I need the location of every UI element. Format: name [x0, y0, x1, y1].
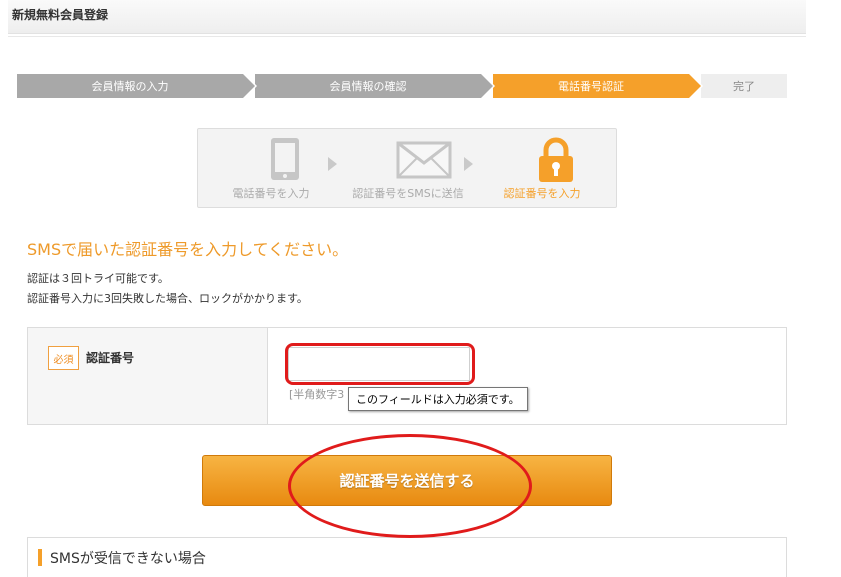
flow-step-sms: 認証番号をSMSに送信 — [348, 137, 468, 200]
flow-label: 認証番号を入力 — [503, 187, 581, 200]
verification-flow: 電話番号を入力 認証番号をSMSに送信 認証番号を入力 — [197, 128, 617, 208]
flow-label: 電話番号を入力 — [232, 187, 310, 200]
step-phone-verification: 電話番号認証 — [493, 74, 703, 98]
step-progress: 会員情報の入力 会員情報の確認 電話番号認証 完了 — [17, 74, 787, 98]
lock-icon — [539, 137, 573, 182]
flow-label: 認証番号をSMSに送信 — [352, 187, 464, 200]
phone-icon — [271, 138, 299, 180]
step-label: 完了 — [733, 80, 755, 93]
send-code-button[interactable]: 認証番号を送信する — [202, 455, 612, 506]
section-title: SMSが受信できない場合 — [50, 551, 206, 567]
flow-step-phone: 電話番号を入力 — [226, 137, 316, 200]
lock-note: 認証番号入力に3回失敗した場合、ロックがかかります。 — [27, 292, 308, 305]
sms-help-section: SMSが受信できない場合 — [27, 537, 787, 577]
flow-arrow-icon — [328, 157, 337, 171]
step-label: 会員情報の入力 — [91, 80, 169, 93]
section-accent-bar — [38, 549, 42, 566]
attempt-note: 認証は３回トライ可能です。 — [27, 272, 169, 285]
flow-step-enter-code: 認証番号を入力 — [494, 137, 590, 200]
flow-arrow-icon — [464, 157, 473, 171]
page-header: 新規無料会員登録 — [8, 0, 806, 34]
step-label: 電話番号認証 — [558, 80, 624, 93]
main-heading: SMSで届いた認証番号を入力してください。 — [27, 240, 349, 259]
step-label: 会員情報の確認 — [329, 80, 407, 93]
verification-code-input[interactable] — [288, 347, 470, 381]
field-label: 認証番号 — [86, 351, 135, 365]
step-member-info-confirm: 会員情報の確認 — [255, 74, 495, 98]
validation-tooltip: このフィールドは入力必須です。 — [348, 387, 528, 411]
form-label-cell: 必須 認証番号 — [28, 328, 268, 424]
header-divider — [8, 36, 806, 37]
input-hint: [半角数字3 — [289, 388, 345, 401]
envelope-icon — [396, 141, 452, 179]
page-title: 新規無料会員登録 — [12, 8, 109, 22]
step-complete: 完了 — [701, 74, 787, 98]
step-member-info-input: 会員情報の入力 — [17, 74, 257, 98]
required-badge: 必須 — [48, 346, 79, 370]
